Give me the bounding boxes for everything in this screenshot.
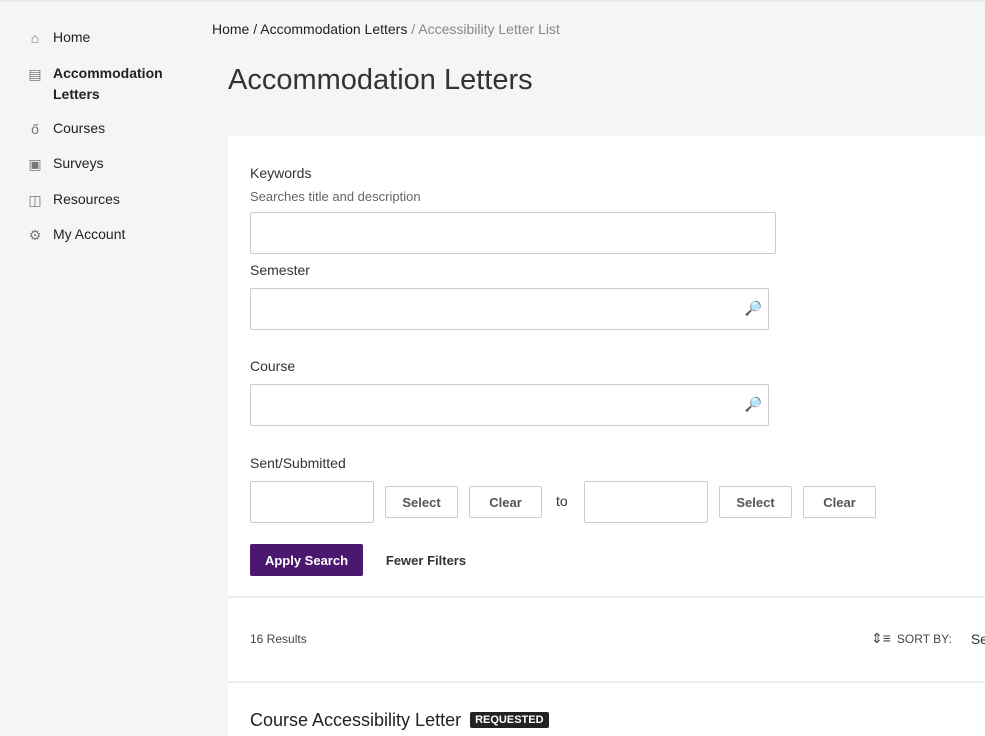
sort-label: SORT BY: <box>896 631 952 646</box>
page-title: Accommodation Letters <box>228 64 533 96</box>
status-badge: REQUESTED <box>470 712 549 728</box>
letter-title[interactable]: Course Accessibility Letter <box>250 710 461 730</box>
breadcrumb-home[interactable]: Home <box>212 21 249 37</box>
gear-icon: ⚙ <box>28 226 42 243</box>
fewer-filters-button[interactable]: Fewer Filters <box>378 544 474 576</box>
results-count: 16 Results <box>250 632 307 646</box>
clipboard-icon: ▣ <box>28 155 42 172</box>
date-to-input[interactable] <box>584 481 708 523</box>
semester-label: Semester <box>250 262 310 278</box>
divider <box>228 681 985 683</box>
breadcrumb-current: Accessibility Letter List <box>418 21 560 37</box>
sidebar-item-my-account[interactable]: ⚙ My Account <box>26 226 126 245</box>
search-icon[interactable]: 🔎 <box>745 396 762 413</box>
breadcrumb-separator: / <box>249 21 261 37</box>
apply-search-button[interactable]: Apply Search <box>250 544 363 576</box>
sort-icon: ⇕≡ <box>871 630 891 646</box>
search-card: Keywords Searches title and description … <box>228 136 985 736</box>
apple-icon: ő <box>31 121 39 137</box>
date-from-clear-button[interactable]: Clear <box>469 486 542 518</box>
sort-control[interactable]: ⇕≡ SORT BY: Se <box>871 630 985 647</box>
course-label: Course <box>250 358 296 374</box>
date-from-select-button[interactable]: Select <box>385 486 458 518</box>
list-item[interactable]: Course Accessibility Letter REQUESTED <box>250 710 549 731</box>
folder-icon: ◫ <box>28 191 42 208</box>
keywords-input[interactable] <box>250 212 776 254</box>
sidebar-item-home[interactable]: ⌂ Home <box>26 29 91 48</box>
sort-value[interactable]: Se <box>971 631 985 647</box>
home-icon: ⌂ <box>30 30 40 46</box>
to-label: to <box>556 493 568 509</box>
date-from-input[interactable] <box>250 481 374 523</box>
date-to-clear-button[interactable]: Clear <box>803 486 876 518</box>
sidebar-item-courses[interactable]: ő Courses <box>26 120 105 139</box>
message-icon: ▤ <box>28 65 42 82</box>
sidebar-item-accommodation-letters[interactable]: ▤ Accommodation Letters <box>26 65 173 105</box>
search-icon[interactable]: 🔎 <box>745 300 762 317</box>
date-to-select-button[interactable]: Select <box>719 486 792 518</box>
keywords-hint: Searches title and description <box>250 189 421 204</box>
breadcrumb-separator: / <box>407 21 419 37</box>
course-input[interactable]: 🔎 <box>250 384 769 426</box>
breadcrumb: Home / Accommodation Letters / Accessibi… <box>212 21 560 37</box>
keywords-label: Keywords <box>250 165 312 181</box>
sidebar-item-surveys[interactable]: ▣ Surveys <box>26 155 103 174</box>
breadcrumb-accommodation-letters[interactable]: Accommodation Letters <box>260 21 407 37</box>
sidebar-item-resources[interactable]: ◫ Resources <box>26 191 120 210</box>
divider <box>228 596 985 598</box>
sent-submitted-label: Sent/Submitted <box>250 455 346 471</box>
semester-input[interactable]: 🔎 <box>250 288 769 330</box>
